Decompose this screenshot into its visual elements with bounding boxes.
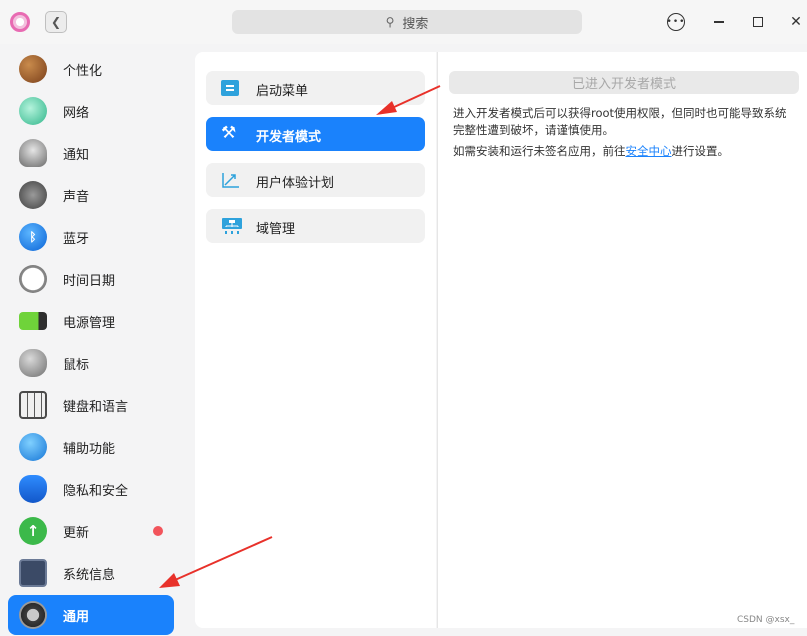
close-button[interactable]: ✕	[786, 12, 806, 32]
developer-mode-note: 如需安装和运行未签名应用，前往安全中心进行设置。	[453, 143, 798, 160]
watermark: CSDN @xsx_	[737, 615, 795, 625]
sidebar-item-general[interactable]: 通用	[8, 595, 174, 635]
sidebar-item-label: 声音	[63, 189, 90, 205]
submenu-item-label: 启动菜单	[256, 84, 309, 99]
sidebar-item-label: 系统信息	[63, 567, 116, 583]
security-center-link[interactable]: 安全中心	[626, 144, 672, 158]
bell-icon	[19, 139, 47, 167]
shield-hand-icon	[19, 475, 47, 503]
sidebar-item-system-info[interactable]: 系统信息	[8, 553, 174, 593]
sidebar-item-label: 时间日期	[63, 273, 116, 289]
sidebar-item-datetime[interactable]: 时间日期	[8, 259, 174, 299]
app-logo-icon	[10, 12, 30, 32]
search-input[interactable]: ⚲ 搜索	[232, 10, 582, 34]
sidebar: 个性化 网络 通知 声音 ᛒ 蓝牙 时间日期 电源管理 鼠标 键盘和语言 辅助功…	[0, 44, 186, 636]
accessibility-icon	[19, 433, 47, 461]
developer-mode-button[interactable]: 已进入开发者模式	[449, 71, 799, 94]
sidebar-item-label: 键盘和语言	[63, 399, 129, 415]
sidebar-item-label: 更新	[63, 525, 90, 541]
menu-button[interactable]: •••	[667, 13, 685, 31]
gear-icon	[19, 601, 47, 629]
speaker-icon	[19, 181, 47, 209]
more-icon: •••	[666, 17, 686, 27]
maximize-button[interactable]	[748, 12, 768, 32]
submenu-item-developer-mode[interactable]: ⚒ 开发者模式	[206, 117, 425, 151]
sidebar-item-power[interactable]: 电源管理	[8, 301, 174, 341]
sidebar-item-keyboard[interactable]: 键盘和语言	[8, 385, 174, 425]
sidebar-item-personalization[interactable]: 个性化	[8, 49, 174, 89]
sidebar-item-notification[interactable]: 通知	[8, 133, 174, 173]
sidebar-item-mouse[interactable]: 鼠标	[8, 343, 174, 383]
sidebar-item-label: 通知	[63, 147, 90, 163]
sidebar-item-privacy[interactable]: 隐私和安全	[8, 469, 174, 509]
sidebar-item-label: 通用	[63, 609, 90, 625]
sidebar-item-label: 电源管理	[63, 315, 116, 331]
maximize-icon	[753, 17, 763, 27]
sidebar-item-label: 个性化	[63, 63, 103, 79]
tools-icon: ⚒	[221, 123, 237, 143]
note-suffix: 进行设置。	[671, 144, 730, 158]
developer-mode-description: 进入开发者模式后可以获得root使用权限，但同时也可能导致系统完整性遭到破坏，请…	[453, 106, 787, 137]
sidebar-item-label: 网络	[63, 105, 90, 121]
submenu-item-domain-management[interactable]: 域管理	[206, 209, 425, 243]
clock-icon	[19, 265, 47, 293]
submenu-item-label: 用户体验计划	[256, 176, 335, 191]
sidebar-item-label: 鼠标	[63, 357, 90, 373]
submenu-item-boot-menu[interactable]: 启动菜单	[206, 71, 425, 105]
close-icon: ✕	[790, 14, 802, 30]
domain-network-icon	[221, 217, 242, 235]
network-icon	[19, 97, 47, 125]
chevron-left-icon: ❮	[50, 15, 62, 29]
sidebar-item-accessibility[interactable]: 辅助功能	[8, 427, 174, 467]
sidebar-item-label: 蓝牙	[63, 231, 90, 247]
submenu-item-label: 开发者模式	[256, 130, 322, 145]
back-button[interactable]: ❮	[45, 11, 67, 33]
mouse-icon	[19, 349, 47, 377]
sidebar-item-update[interactable]: ↑ 更新	[8, 511, 174, 551]
minimize-button[interactable]	[709, 12, 729, 32]
submenu-item-user-experience[interactable]: 用户体验计划	[206, 163, 425, 197]
trend-chart-icon	[221, 171, 241, 189]
battery-icon	[19, 312, 47, 330]
sidebar-item-label: 隐私和安全	[63, 483, 129, 499]
minimize-icon	[714, 21, 724, 23]
general-submenu-panel: 启动菜单 ⚒ 开发者模式 用户体验计划 域管理	[195, 52, 436, 628]
system-info-icon	[19, 559, 47, 587]
update-badge	[153, 526, 163, 536]
boot-menu-icon	[221, 80, 239, 96]
developer-mode-panel: 已进入开发者模式 进入开发者模式后可以获得root使用权限，但同时也可能导致系统…	[437, 52, 807, 628]
sidebar-item-bluetooth[interactable]: ᛒ 蓝牙	[8, 217, 174, 257]
title-bar: ❮ ⚲ 搜索 ••• ✕	[0, 0, 807, 44]
sidebar-item-network[interactable]: 网络	[8, 91, 174, 131]
sidebar-item-label: 辅助功能	[63, 441, 116, 457]
bluetooth-icon: ᛒ	[19, 223, 47, 251]
search-placeholder: 搜索	[402, 16, 429, 32]
sidebar-item-sound[interactable]: 声音	[8, 175, 174, 215]
update-arrow-icon: ↑	[19, 517, 47, 545]
keyboard-icon	[19, 391, 47, 419]
search-icon: ⚲	[385, 15, 395, 29]
note-prefix: 如需安装和运行未签名应用，前往	[453, 144, 626, 158]
palette-icon	[19, 55, 47, 83]
submenu-item-label: 域管理	[256, 222, 296, 237]
